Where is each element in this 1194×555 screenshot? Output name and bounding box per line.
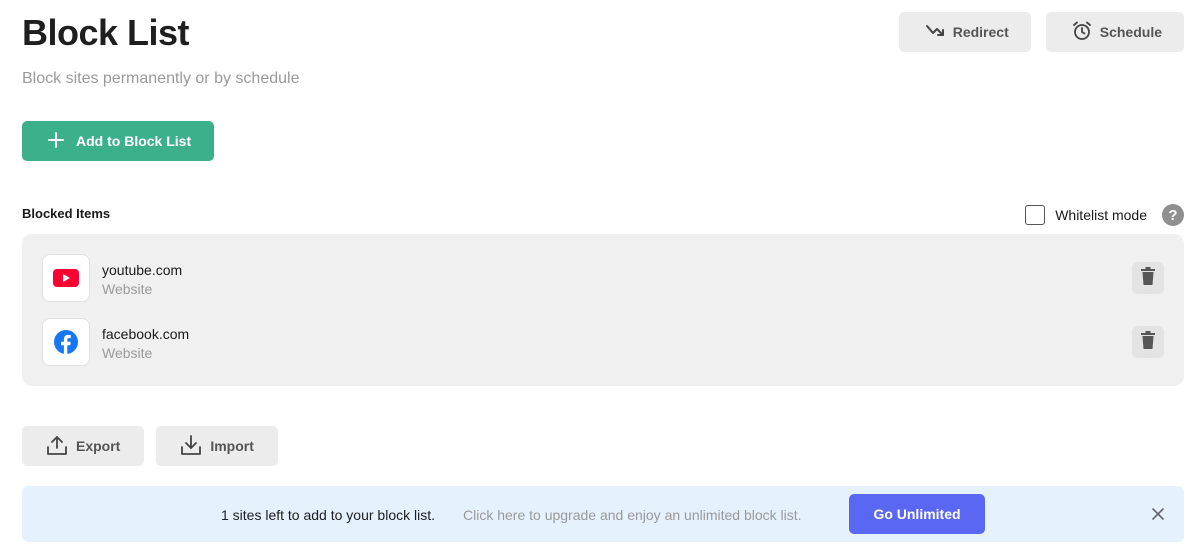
blocked-items-list: youtube.com Website facebook.com Website [22,234,1184,386]
add-button-label: Add to Block List [76,133,192,149]
plus-icon [48,131,64,151]
import-label: Import [210,438,254,454]
item-name: youtube.com [102,262,183,278]
page-subtitle: Block sites permanently or by schedule [22,70,300,87]
whitelist-mode-control: Whitelist mode ? [1025,204,1184,226]
export-button[interactable]: Export [22,426,145,466]
trash-icon [1141,330,1155,354]
item-name: facebook.com [102,326,190,342]
go-unlimited-button[interactable]: Go Unlimited [849,494,985,534]
delete-button[interactable] [1132,326,1164,358]
page-title: Block List [22,12,190,53]
youtube-icon [42,254,90,302]
page-header: Block List Block sites permanently or by… [22,12,299,88]
delete-button[interactable] [1132,262,1164,294]
redirect-icon [925,23,945,42]
blocked-items-heading: Blocked Items [22,206,111,221]
list-item: youtube.com Website [22,254,1184,302]
whitelist-mode-checkbox[interactable] [1025,205,1046,225]
list-item: facebook.com Website [22,318,1184,366]
redirect-label: Redirect [952,24,1009,40]
schedule-button[interactable]: Schedule [1045,12,1184,52]
upgrade-link[interactable]: Click here to upgrade and enjoy an unlim… [463,507,802,523]
sites-left-text: 1 sites left to add to your block list. [221,507,435,523]
help-icon[interactable]: ? [1162,204,1184,226]
alarm-clock-icon [1072,21,1092,44]
schedule-label: Schedule [1099,24,1162,40]
add-to-block-list-button[interactable]: Add to Block List [22,121,214,161]
facebook-icon [42,318,90,366]
trash-icon [1141,266,1155,290]
upgrade-banner: 1 sites left to add to your block list. … [22,486,1184,542]
redirect-button[interactable]: Redirect [898,12,1031,52]
item-type: Website [102,345,153,361]
upload-icon [46,434,68,459]
export-label: Export [76,438,121,454]
download-icon [180,434,202,459]
close-icon[interactable] [1148,504,1168,524]
import-export-actions: Export Import [22,426,278,466]
top-actions: Redirect Schedule [898,12,1184,52]
item-type: Website [102,281,153,297]
import-button[interactable]: Import [156,426,278,466]
whitelist-mode-label[interactable]: Whitelist mode [1055,207,1147,223]
